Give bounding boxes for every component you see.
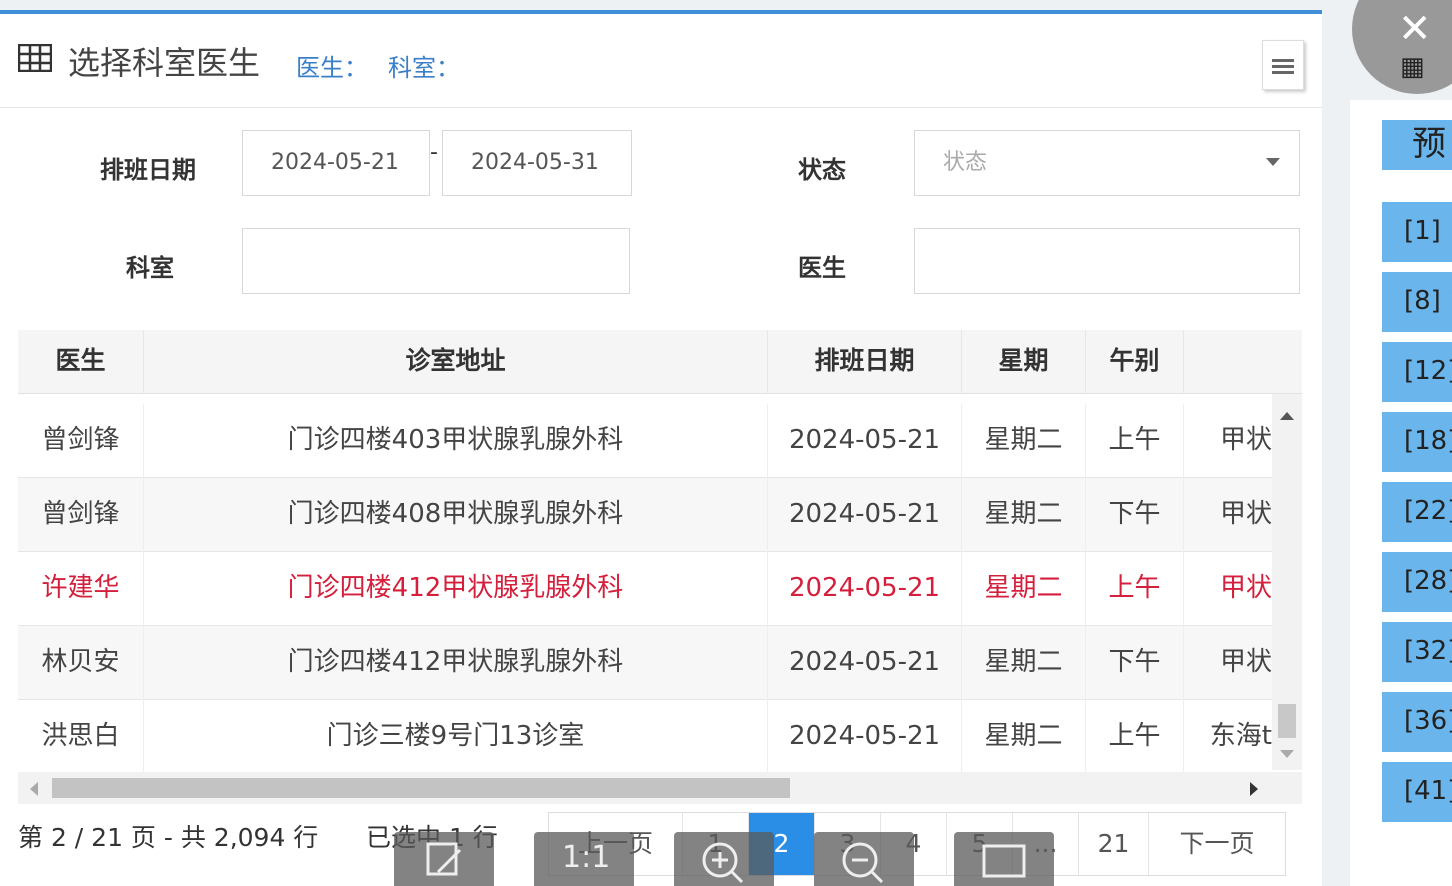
doctor-input[interactable]: [914, 228, 1300, 294]
right-list-item[interactable]: [1] 1: [1382, 202, 1452, 262]
table-icon: [18, 44, 52, 72]
hamburger-icon: [1272, 59, 1294, 62]
scroll-left-icon[interactable]: [30, 782, 38, 796]
right-list-item[interactable]: [32]: [1382, 622, 1452, 682]
right-list-item[interactable]: [18]: [1382, 412, 1452, 472]
date-separator: -: [430, 140, 438, 165]
scroll-up-icon[interactable]: [1280, 412, 1294, 420]
page-button-21[interactable]: 21: [1079, 813, 1149, 875]
vertical-scrollbar[interactable]: [1272, 394, 1302, 770]
pagination: 上一页 1 2 3 4 5 ... 21 下一页: [548, 812, 1286, 876]
column-header-doctor[interactable]: 医生: [18, 330, 144, 394]
scroll-right-icon[interactable]: [1250, 782, 1258, 796]
right-list-item[interactable]: [36]: [1382, 692, 1452, 752]
selected-dept-label: 科室：: [388, 54, 460, 82]
schedule-date-label: 排班日期: [100, 156, 196, 184]
right-list-item[interactable]: [8] 1: [1382, 272, 1452, 332]
scroll-down-icon[interactable]: [1280, 750, 1294, 758]
selected-doctor-label: 医生：: [296, 54, 368, 82]
column-header-date[interactable]: 排班日期: [768, 330, 962, 394]
fit-screen-button[interactable]: [954, 832, 1054, 886]
edit-icon: [426, 842, 462, 876]
dept-label: 科室: [126, 254, 174, 282]
doctor-label: 医生: [798, 254, 846, 282]
status-select[interactable]: 状态: [914, 130, 1300, 196]
column-header-period[interactable]: 午别: [1086, 330, 1184, 394]
next-page-button[interactable]: 下一页: [1149, 813, 1285, 875]
dialog-title: 选择科室医生: [68, 44, 261, 82]
column-header-room[interactable]: 诊室地址: [144, 330, 768, 394]
table-row[interactable]: 曾剑锋 门诊四楼408甲状腺乳腺外科 2024-05-21 星期二 下午 甲状: [18, 478, 1272, 552]
horizontal-scroll-thumb[interactable]: [52, 778, 790, 798]
dept-input[interactable]: [242, 228, 630, 294]
table-row[interactable]: 曾剑锋 门诊四楼403甲状腺乳腺外科 2024-05-21 星期二 上午 甲状: [18, 404, 1272, 478]
page-info: 第 2 / 21 页 - 共 2,094 行: [18, 823, 319, 852]
table-row[interactable]: 洪思白 门诊三楼9号门13诊室 2024-05-21 星期二 上午 东海t: [18, 700, 1272, 774]
right-list-item[interactable]: [28]: [1382, 552, 1452, 612]
right-list-item[interactable]: [41]: [1382, 762, 1452, 822]
table-row[interactable]: 林贝安 门诊四楼412甲状腺乳腺外科 2024-05-21 星期二 下午 甲状: [18, 626, 1272, 700]
date-to-input[interactable]: 2024-05-31: [442, 130, 632, 196]
ratio-button[interactable]: 1:1: [534, 832, 634, 886]
menu-button[interactable]: [1262, 40, 1304, 90]
right-list-item[interactable]: [12]: [1382, 342, 1452, 402]
right-list-item[interactable]: [22]: [1382, 482, 1452, 542]
date-from-input[interactable]: 2024-05-21: [242, 130, 430, 196]
zoom-in-button[interactable]: [674, 832, 774, 886]
zoom-out-icon: [842, 842, 884, 884]
right-top-button[interactable]: 预: [1382, 120, 1452, 170]
table-icon: ▦: [1400, 52, 1425, 82]
close-icon[interactable]: ✕: [1398, 6, 1432, 52]
zoom-out-button[interactable]: [814, 832, 914, 886]
ratio-label: 1:1: [562, 840, 611, 875]
horizontal-scrollbar[interactable]: [18, 772, 1302, 804]
grid-header: 医生 诊室地址 排班日期 星期 午别: [18, 330, 1302, 394]
vertical-scroll-thumb[interactable]: [1278, 704, 1296, 738]
status-label: 状态: [798, 156, 846, 184]
column-header-weekday[interactable]: 星期: [962, 330, 1086, 394]
fullscreen-icon: [982, 844, 1026, 878]
table-row-selected[interactable]: 许建华 门诊四楼412甲状腺乳腺外科 2024-05-21 星期二 上午 甲状: [18, 552, 1272, 626]
dialog-header: 选择科室医生 医生： 科室：: [0, 14, 1322, 108]
chevron-down-icon: [1266, 158, 1280, 166]
zoom-in-icon: [702, 842, 744, 884]
edit-image-button[interactable]: [394, 832, 494, 886]
